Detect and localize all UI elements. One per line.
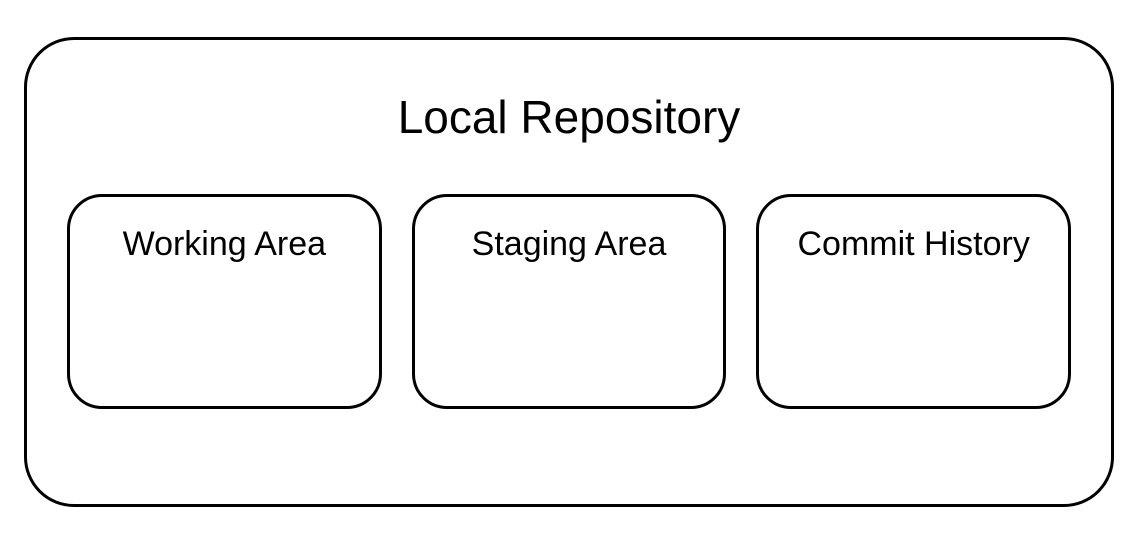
commit-history-label: Commit History [798,225,1030,264]
working-area-label: Working Area [123,225,326,264]
staging-area-label: Staging Area [472,225,667,264]
working-area-box: Working Area [67,194,382,409]
commit-history-box: Commit History [756,194,1071,409]
local-repository-container: Local Repository Working Area Staging Ar… [24,37,1114,507]
diagram-title: Local Repository [398,90,741,144]
inner-boxes-row: Working Area Staging Area Commit History [57,194,1081,409]
staging-area-box: Staging Area [412,194,727,409]
